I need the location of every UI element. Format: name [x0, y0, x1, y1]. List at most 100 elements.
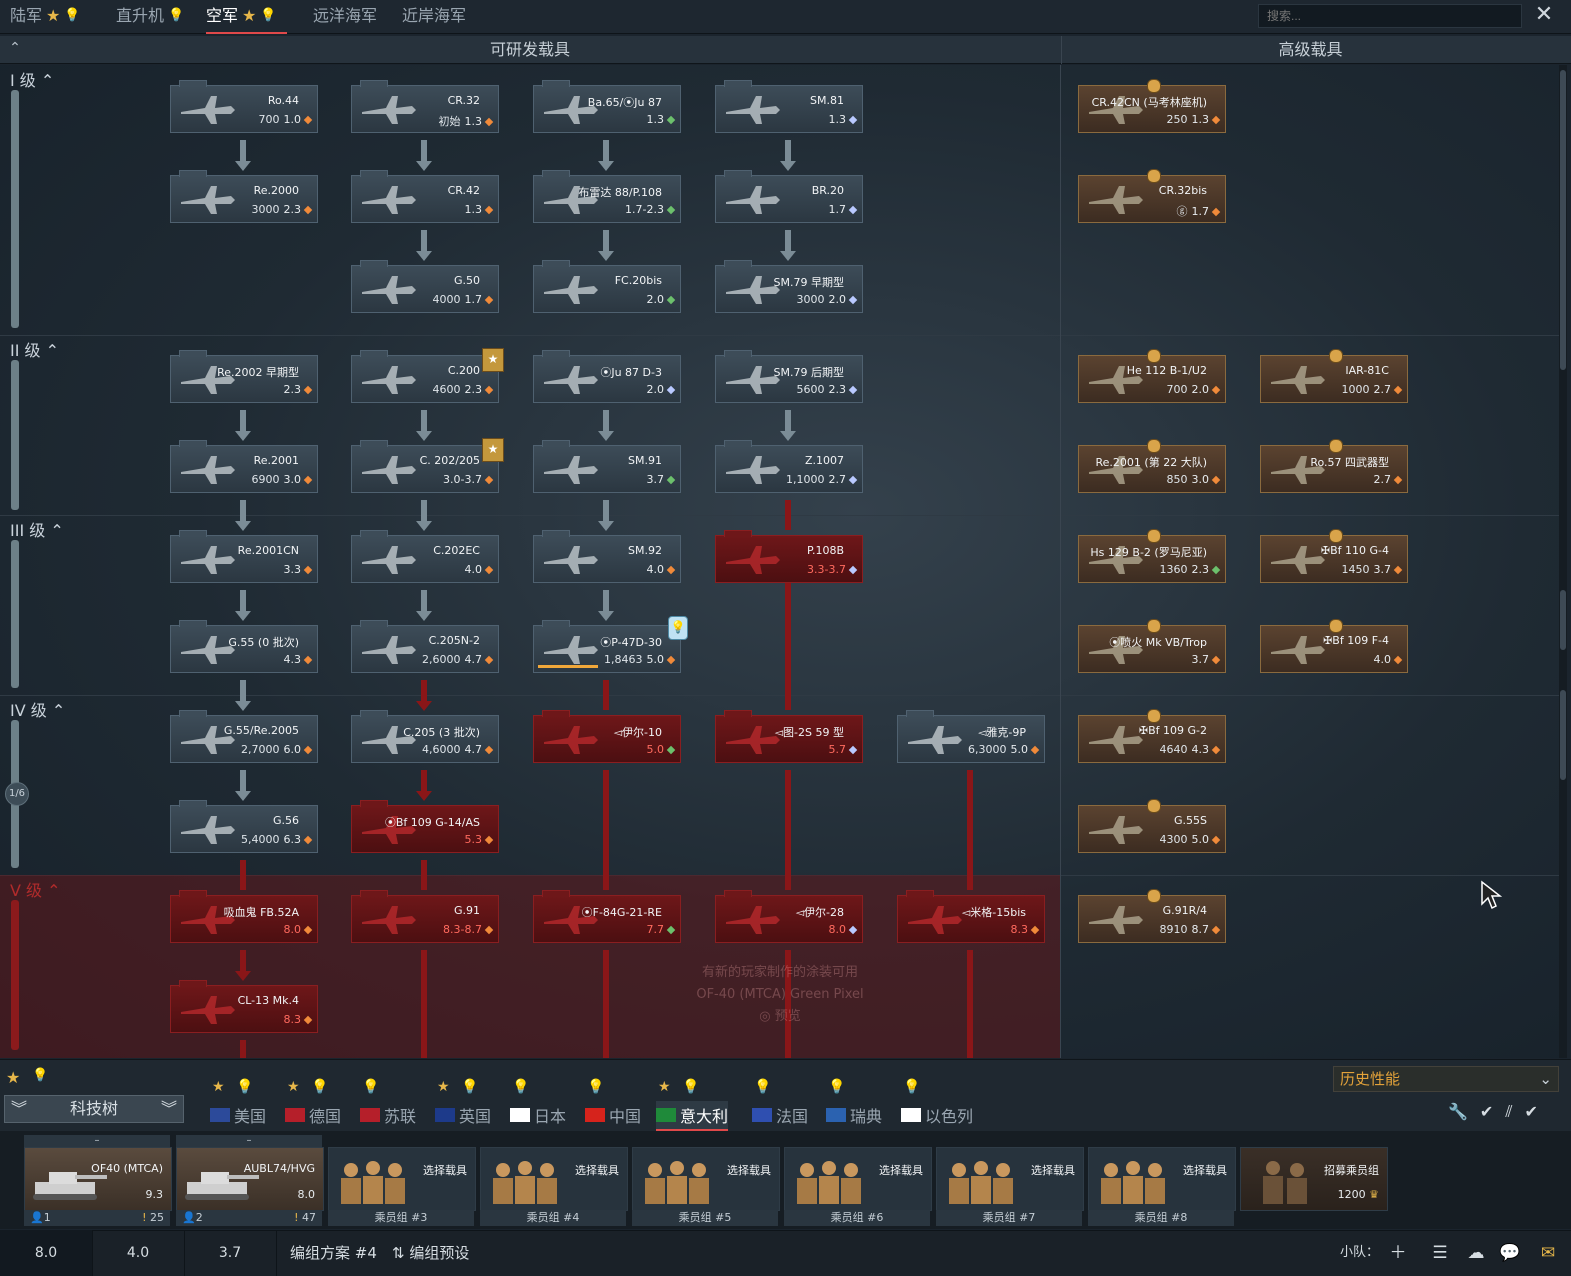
vehicle-card-cr32bis[interactable]: CR.32bis ⓖ 1.7 [1078, 169, 1226, 223]
crew-slot-9[interactable]: 招募乘员组 1200 ♛ [1240, 1147, 1388, 1211]
tab-helicopters[interactable]: 直升机 💡 [116, 0, 184, 32]
check-icon[interactable]: ✔ [1524, 1102, 1537, 1128]
scrollbar-thumb[interactable] [1560, 70, 1566, 370]
vehicle-card-sm92[interactable]: SM.92 4.0 [533, 530, 681, 583]
friends-icon[interactable]: ☁ [1464, 1242, 1488, 1264]
mail-icon[interactable]: ✉ [1536, 1242, 1560, 1264]
nation-tab-1[interactable]: 德国 [285, 1101, 341, 1129]
nation-tab-4[interactable]: 日本 [510, 1101, 566, 1129]
vehicle-card-mig15[interactable]: ◅米格-15bis 8.3 [897, 890, 1045, 943]
page-counter[interactable]: 1/6 [5, 782, 29, 806]
rank-iii-label[interactable]: III 级 ⌃ [10, 517, 64, 541]
vehicle-card-c205s3[interactable]: C.205 (3 批次) 4,6000 4.7 [351, 710, 499, 763]
check-icon[interactable]: ✔ [1480, 1102, 1493, 1128]
decal-preview-link[interactable]: ◎ 预览 [640, 1006, 920, 1028]
vehicle-card-ro57[interactable]: Ro.57 四武器型 2.7 [1260, 439, 1408, 493]
vehicle-card-g55s0[interactable]: G.55 (0 批次) 4.3 [170, 620, 318, 673]
vehicle-card-bf110[interactable]: ✠Bf 110 G-4 1450 3.7 [1260, 529, 1408, 583]
vehicle-card-re2001_22[interactable]: Re.2001 (第 22 大队) 850 3.0 [1078, 439, 1226, 493]
nation-tab-7[interactable]: 法国 [752, 1101, 808, 1129]
vehicle-card-vampire[interactable]: 吸血鬼 FB.52A 8.0 [170, 890, 318, 943]
vehicle-card-c202[interactable]: C. 202/205 3.0-3.7 ★ [351, 438, 504, 493]
vehicle-card-fc20[interactable]: FC.20bis 2.0 [533, 260, 681, 313]
vehicle-card-ro44[interactable]: Ro.44 700 1.0 [170, 80, 318, 133]
vehicle-card-re2000[interactable]: Re.2000 3000 2.3 [170, 170, 318, 223]
scrollbar-thumb[interactable] [1560, 690, 1566, 780]
vehicle-card-g56[interactable]: G.56 5,4000 6.3 [170, 800, 318, 853]
rank-ii-label[interactable]: II 级 ⌃ [10, 337, 59, 361]
vehicle-card-he112[interactable]: He 112 B-1/U2 700 2.0 [1078, 349, 1226, 403]
vehicle-card-re2001[interactable]: Re.2001 6900 3.0 [170, 440, 318, 493]
close-icon[interactable]: ✕ [1532, 4, 1556, 28]
crew-slot-2[interactable]: AUBL74/HVG 8.0 [176, 1147, 324, 1211]
crew-slot-3[interactable]: 选择载具 [328, 1147, 476, 1211]
vehicle-card-iar81c[interactable]: IAR-81C 1000 2.7 [1260, 349, 1408, 403]
vehicle-card-p47d[interactable]: ⦿P-47D-30 1,8463 5.0 💡 [533, 616, 688, 673]
wrench-icon[interactable]: 🔧 [1448, 1102, 1468, 1128]
nation-tab-6[interactable]: 意大利 [656, 1101, 729, 1131]
vehicle-card-hs129[interactable]: Hs 129 B-2 (罗马尼亚) 1360 2.3 [1078, 529, 1226, 583]
vehicle-card-breda88[interactable]: 布雷达 88/P.108 1.7-2.3 [533, 170, 681, 223]
vehicle-card-c200[interactable]: C.200 4600 2.3 ★ [351, 348, 504, 403]
techtree-button[interactable]: ︾ 科技树 ︾ [4, 1095, 184, 1123]
vehicle-card-p108b[interactable]: P.108B 3.3-3.7 [715, 530, 863, 583]
tab-coastal-fleet[interactable]: 近岸海军 [402, 0, 466, 32]
rank-i-label[interactable]: I 级 ⌃ [10, 67, 54, 91]
vehicle-card-tu2s[interactable]: ◅图-2S 59 型 5.7 [715, 710, 863, 763]
vehicle-card-re2001cn[interactable]: Re.2001CN 3.3 [170, 530, 318, 583]
vehicle-card-cl13[interactable]: CL-13 Mk.4 8.3 [170, 980, 318, 1033]
crew-slot-1[interactable]: OF40 (MTCA) 9.3 [24, 1147, 172, 1211]
crew-slot-7[interactable]: 选择载具 [936, 1147, 1084, 1211]
preset-button[interactable]: ⇅ 编组预设 [392, 1230, 469, 1276]
chat-icon[interactable]: 💬 [1498, 1242, 1522, 1264]
vehicle-card-bf109f4[interactable]: ✠Bf 109 F-4 4.0 [1260, 619, 1408, 673]
vehicle-card-f84g[interactable]: ⦿F-84G-21-RE 7.7 [533, 890, 681, 943]
add-squad-icon[interactable]: ＋ [1386, 1242, 1410, 1264]
vehicle-card-z1007[interactable]: Z.1007 1,1000 2.7 [715, 440, 863, 493]
vehicle-card-g91r4[interactable]: G.91R/4 8910 8.7 [1078, 889, 1226, 943]
vehicle-card-sm79l[interactable]: SM.79 后期型 5600 2.3 [715, 350, 863, 403]
vehicle-card-g50[interactable]: G.50 4000 1.7 [351, 260, 499, 313]
vehicle-card-spitfire[interactable]: ⦿喷火 Mk VB/Trop 3.7 [1078, 619, 1226, 673]
vehicle-card-il10[interactable]: ◅伊尔-10 5.0 [533, 710, 681, 763]
br-tab[interactable]: 3.7 [184, 1230, 277, 1276]
decal-notification[interactable]: 有新的玩家制作的涂装可用 OF-40 (MTCA) Green Pixel ◎ … [640, 962, 920, 1028]
crew-slot-5[interactable]: 选择载具 [632, 1147, 780, 1211]
rank-v-label[interactable]: V 级 ⌃ [10, 877, 61, 901]
vehicle-card-c205n2[interactable]: C.205N-2 2,6000 4.7 [351, 620, 499, 673]
vehicle-card-bf109g2[interactable]: ✠Bf 109 G-2 4640 4.3 [1078, 709, 1226, 763]
vehicle-card-il28[interactable]: ◅伊尔-28 8.0 [715, 890, 863, 943]
vehicle-card-sm91[interactable]: SM.91 3.7 [533, 440, 681, 493]
nation-tab-5[interactable]: 中国 [585, 1101, 641, 1129]
vehicle-card-ju87d3[interactable]: ⦿Ju 87 D-3 2.0 [533, 350, 681, 403]
vehicle-card-sm79e[interactable]: SM.79 早期型 3000 2.0 [715, 260, 863, 313]
crew-slot-6[interactable]: 选择载具 [784, 1147, 932, 1211]
tab-bluewater-fleet[interactable]: 远洋海军 [313, 0, 377, 32]
nation-tab-8[interactable]: 瑞典 [826, 1101, 882, 1129]
crew-slot-8[interactable]: 选择载具 [1088, 1147, 1236, 1211]
vehicle-card-cr42cn[interactable]: CR.42CN (马考林座机) 250 1.3 [1078, 79, 1226, 133]
search-input[interactable] [1258, 4, 1522, 28]
br-tab[interactable]: 8.0 [0, 1230, 93, 1276]
vehicle-card-g55s[interactable]: G.55S 4300 5.0 [1078, 799, 1226, 853]
nation-tab-2[interactable]: 苏联 [360, 1101, 416, 1129]
nation-tab-9[interactable]: 以色列 [901, 1101, 973, 1129]
tab-army[interactable]: 陆军 ★ 💡 [10, 0, 81, 32]
vehicle-card-c202ec[interactable]: C.202EC 4.0 [351, 530, 499, 583]
list-icon[interactable]: ☰ [1428, 1242, 1452, 1264]
tab-aviation[interactable]: 空军 ★ 💡 [206, 0, 287, 34]
history-mode-select[interactable]: 历史性能 ⌄ [1333, 1066, 1559, 1092]
vehicle-card-g55re2005[interactable]: G.55/Re.2005 2,7000 6.0 [170, 710, 318, 763]
scrollbar-thumb[interactable] [1560, 590, 1566, 650]
vehicle-card-ba65[interactable]: Ba.65/⦿Ju 87 1.3 [533, 80, 681, 133]
nation-tab-3[interactable]: 英国 [435, 1101, 491, 1129]
br-tab[interactable]: 4.0 [92, 1230, 185, 1276]
rank-iv-label[interactable]: IV 级 ⌃ [10, 697, 65, 721]
vehicle-card-sm81[interactable]: SM.81 1.3 [715, 80, 863, 133]
vehicle-card-cr42[interactable]: CR.42 1.3 [351, 170, 499, 223]
crew-slot-4[interactable]: 选择载具 [480, 1147, 628, 1211]
nation-tab-0[interactable]: 美国 [210, 1101, 266, 1129]
vehicle-card-yak9p[interactable]: ◅雅克-9P 6,3000 5.0 [897, 710, 1045, 763]
vehicle-card-cr32[interactable]: CR.32 初始 1.3 [351, 80, 499, 133]
vehicle-card-bf109g14[interactable]: ⦿Bf 109 G-14/AS 5.3 [351, 800, 499, 853]
